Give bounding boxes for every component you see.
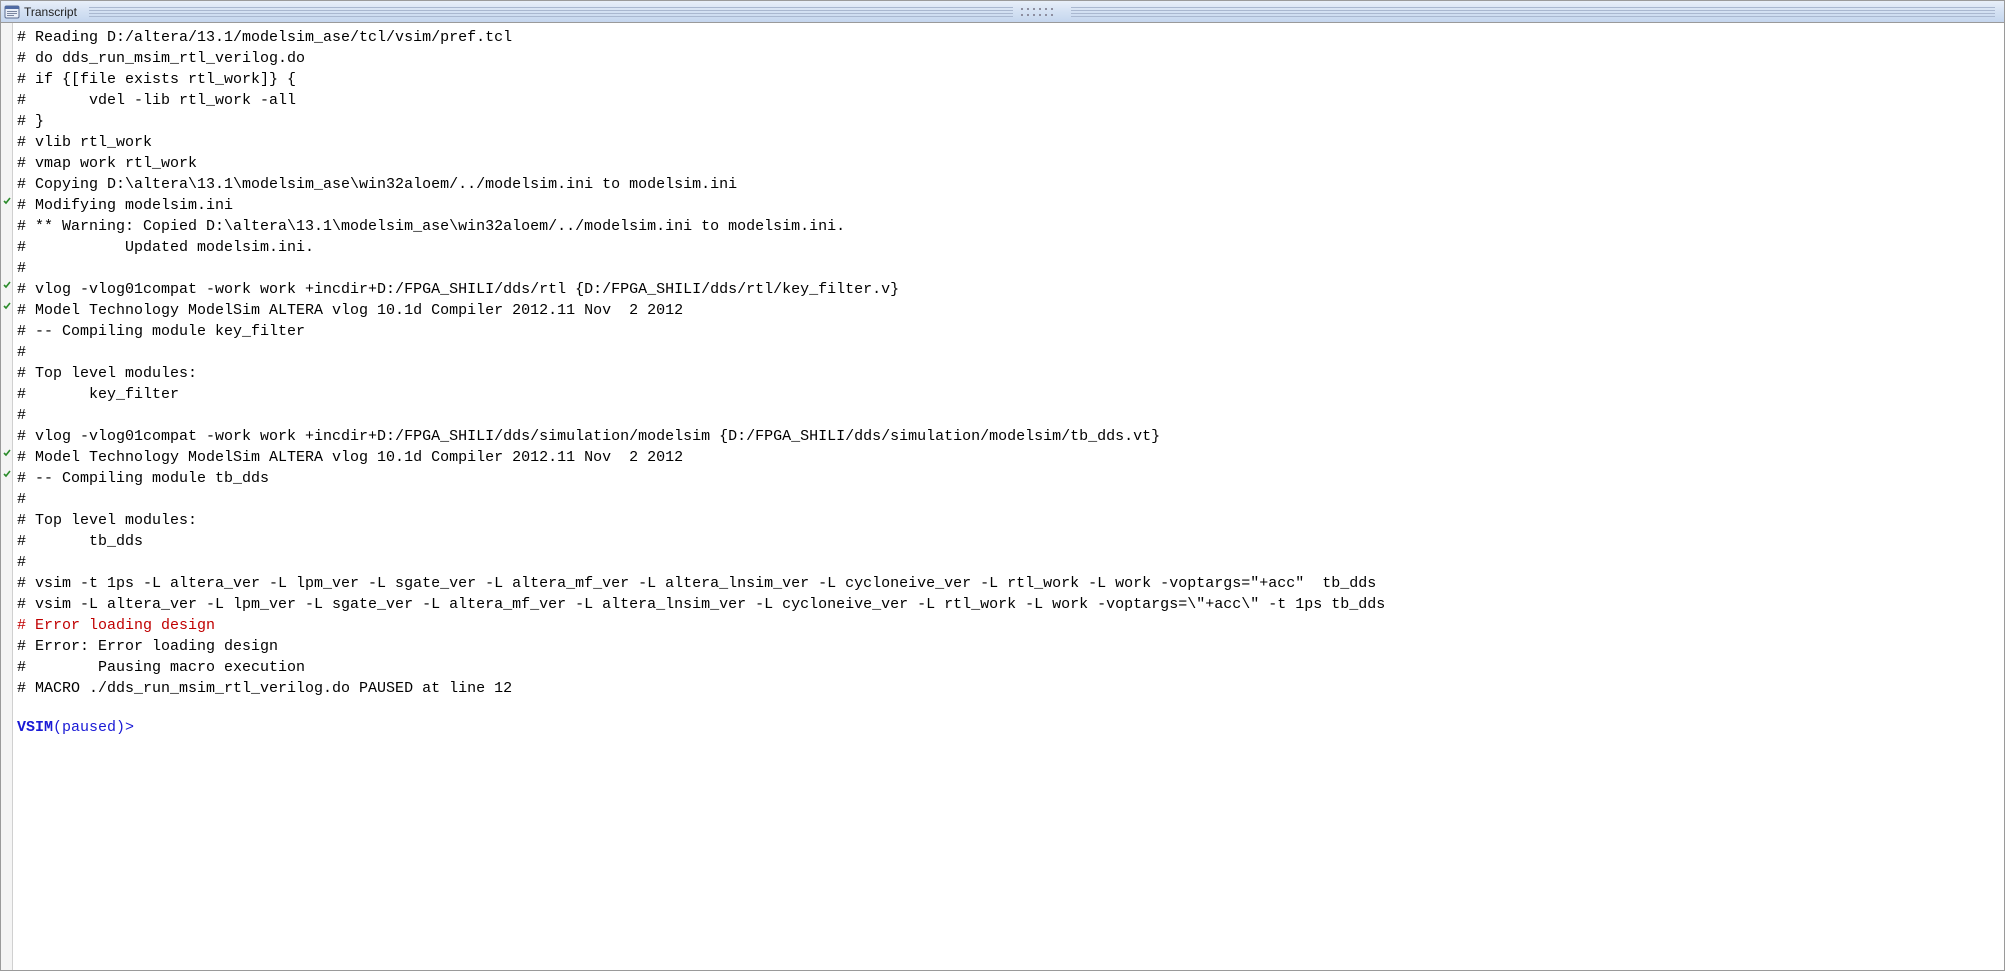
transcript-line: # Top level modules:: [17, 510, 1998, 531]
transcript-icon: [4, 4, 20, 20]
gutter-check-icon: [3, 281, 11, 289]
gutter-check-icon: [3, 302, 11, 310]
transcript-line: # Error: Error loading design: [17, 636, 1998, 657]
transcript-line: # ** Warning: Copied D:\altera\13.1\mode…: [17, 216, 1998, 237]
transcript-line: #: [17, 342, 1998, 363]
transcript-line: # Model Technology ModelSim ALTERA vlog …: [17, 300, 1998, 321]
transcript-line: # Copying D:\altera\13.1\modelsim_ase\wi…: [17, 174, 1998, 195]
transcript-line: # Model Technology ModelSim ALTERA vlog …: [17, 447, 1998, 468]
transcript-line: # Top level modules:: [17, 363, 1998, 384]
transcript-line: # vlib rtl_work: [17, 132, 1998, 153]
titlebar-title: Transcript: [24, 5, 77, 19]
titlebar-rule-right: [1071, 7, 1995, 17]
transcript-line: # -- Compiling module tb_dds: [17, 468, 1998, 489]
transcript-line: # key_filter: [17, 384, 1998, 405]
transcript-line: # do dds_run_msim_rtl_verilog.do: [17, 48, 1998, 69]
gutter: [1, 23, 13, 970]
transcript-line: # }: [17, 111, 1998, 132]
titlebar-rule-left: [89, 7, 1013, 17]
transcript-line: # -- Compiling module key_filter: [17, 321, 1998, 342]
transcript-line: # vmap work rtl_work: [17, 153, 1998, 174]
transcript-output[interactable]: # Reading D:/altera/13.1/modelsim_ase/tc…: [13, 23, 2004, 970]
transcript-panel: Transcript # Reading D:/altera/13.1/mode…: [0, 0, 2005, 971]
transcript-line: # vdel -lib rtl_work -all: [17, 90, 1998, 111]
transcript-line: # tb_dds: [17, 531, 1998, 552]
transcript-line: # vlog -vlog01compat -work work +incdir+…: [17, 279, 1998, 300]
gutter-check-icon: [3, 197, 11, 205]
transcript-line: # vsim -L altera_ver -L lpm_ver -L sgate…: [17, 594, 1998, 615]
content-area: # Reading D:/altera/13.1/modelsim_ase/tc…: [1, 23, 2004, 970]
transcript-line: #: [17, 489, 1998, 510]
transcript-line: #: [17, 405, 1998, 426]
transcript-line: # if {[file exists rtl_work]} {: [17, 69, 1998, 90]
transcript-line: # Reading D:/altera/13.1/modelsim_ase/tc…: [17, 27, 1998, 48]
transcript-line: # vlog -vlog01compat -work work +incdir+…: [17, 426, 1998, 447]
transcript-line: # Updated modelsim.ini.: [17, 237, 1998, 258]
titlebar-grip[interactable]: [1019, 6, 1059, 18]
transcript-line: # Pausing macro execution: [17, 657, 1998, 678]
transcript-line: # vsim -t 1ps -L altera_ver -L lpm_ver -…: [17, 573, 1998, 594]
transcript-line: # MACRO ./dds_run_msim_rtl_verilog.do PA…: [17, 678, 1998, 699]
transcript-line: #: [17, 258, 1998, 279]
transcript-line: # Modifying modelsim.ini: [17, 195, 1998, 216]
command-prompt[interactable]: VSIM(paused)>: [17, 699, 1998, 738]
titlebar[interactable]: Transcript: [1, 1, 2004, 23]
gutter-check-icon: [3, 470, 11, 478]
transcript-line: #: [17, 552, 1998, 573]
transcript-line: # Error loading design: [17, 615, 1998, 636]
gutter-check-icon: [3, 449, 11, 457]
